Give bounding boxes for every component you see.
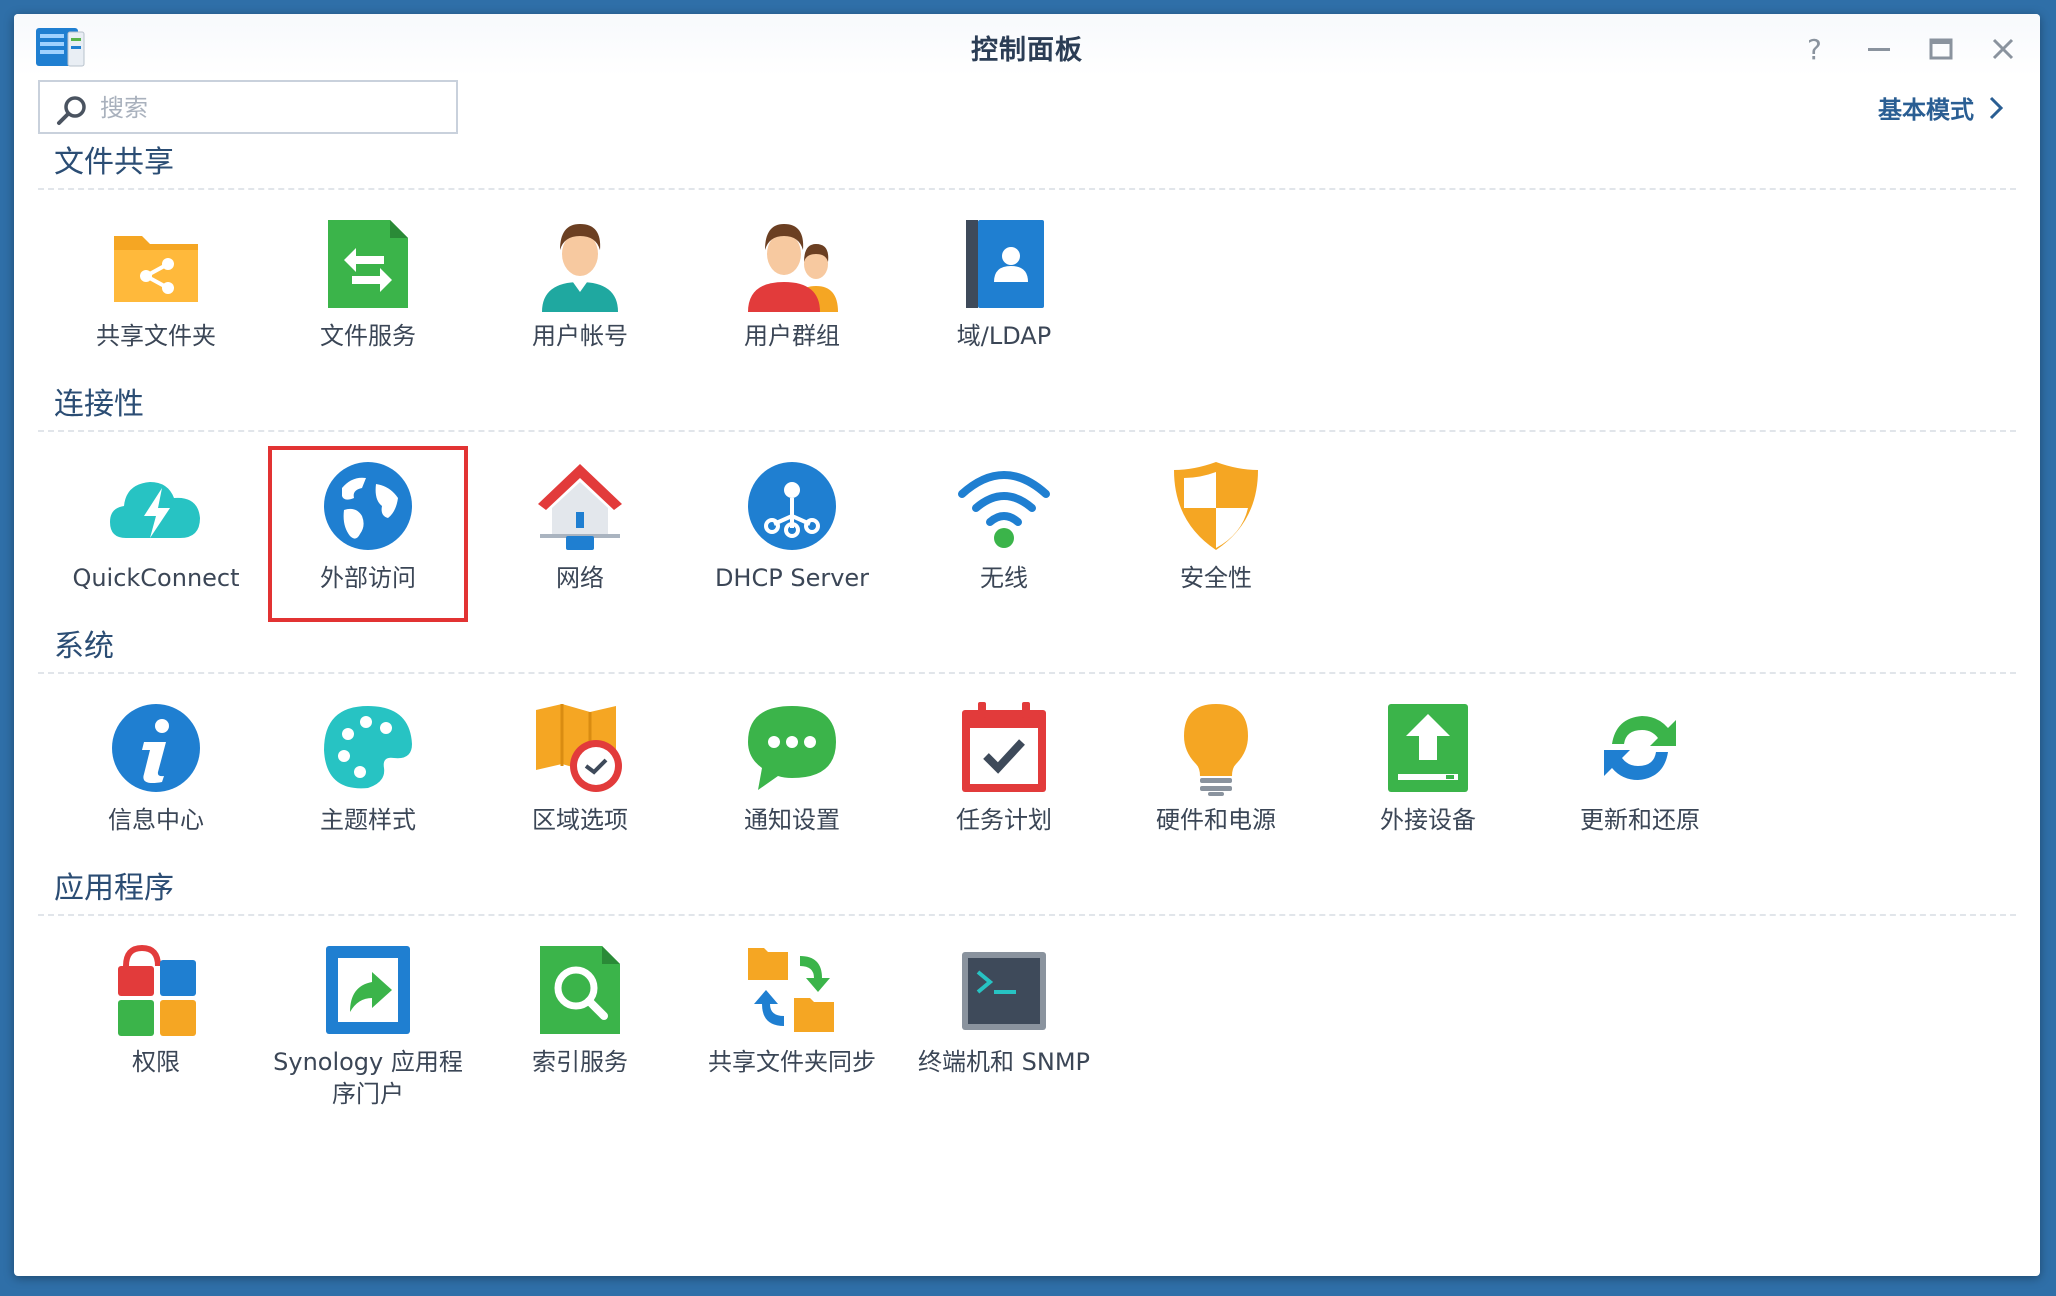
group-icon [748, 224, 838, 312]
refresh-icon [1604, 716, 1676, 780]
item-indexing-service[interactable]: 索引服务 [480, 930, 680, 1106]
item-group[interactable]: 用户群组 [692, 204, 892, 380]
item-file-services[interactable]: 文件服务 [268, 204, 468, 380]
section-title: 应用程序 [54, 871, 174, 906]
network-icon [538, 464, 622, 550]
item-app-portal[interactable]: Synology 应用程 序门户 [268, 930, 468, 1108]
basic-mode-label: 基本模式 [1878, 96, 1974, 124]
info-icon [112, 704, 200, 792]
search-box[interactable] [38, 80, 458, 134]
item-label: 通知设置 [744, 806, 840, 834]
control-panel-window: 控制面板 ? 基本模式 文件共享 [14, 14, 2040, 1276]
section-title: 连接性 [54, 387, 144, 422]
minimize-icon[interactable] [1862, 32, 1896, 66]
item-privileges[interactable]: 权限 [56, 930, 256, 1106]
item-label: 更新和还原 [1580, 806, 1700, 834]
item-info-center[interactable]: 信息中心 [56, 688, 256, 864]
item-external-access[interactable]: 外部访问 [268, 446, 468, 622]
app-portal-icon [326, 946, 410, 1034]
item-label: 文件服务 [320, 322, 416, 350]
item-label: DHCP Server [714, 564, 870, 592]
item-label: 网络 [556, 564, 604, 592]
help-icon[interactable]: ? [1798, 32, 1832, 66]
item-theme[interactable]: 主题样式 [268, 688, 468, 864]
palette-icon [324, 706, 412, 789]
globe-icon [324, 462, 412, 550]
item-label: 外接设备 [1380, 806, 1476, 834]
section-applications: 应用程序 权限 Synology 应用程 序门户 索引服务 共享文件夹同步 终端… [38, 866, 2016, 1108]
privileges-icon [118, 944, 196, 1036]
quickconnect-icon [110, 482, 200, 538]
item-label-text: 权限 [132, 1048, 180, 1076]
user-icon [542, 224, 618, 312]
item-label: Synology 应用程 序门户 [268, 1046, 468, 1110]
calendar-check-icon [962, 702, 1046, 792]
item-label: 主题样式 [320, 806, 416, 834]
section-file-sharing: 文件共享 共享文件夹 文件服务 用户帐号 用户群组 域/LDAP [38, 140, 2016, 380]
item-user[interactable]: 用户帐号 [480, 204, 680, 380]
basic-mode-link[interactable]: 基本模式 [1878, 90, 2004, 125]
section-system: 系统 信息中心 主题样式 区域选项 通知设置 任务计划 硬件和电源 外接设备 更… [38, 624, 2016, 864]
item-label: 安全性 [1180, 564, 1252, 592]
item-label-line1: Synology 应用程 [273, 1048, 463, 1076]
item-label: 信息中心 [108, 806, 204, 834]
item-shared-folder-sync[interactable]: 共享文件夹同步 [692, 930, 892, 1106]
item-security[interactable]: 安全性 [1116, 446, 1316, 622]
item-label: 硬件和电源 [1156, 806, 1276, 834]
window-title: 控制面板 [971, 35, 1083, 66]
item-label: QuickConnect [72, 564, 240, 592]
item-label: 终端机和 SNMP [918, 1048, 1090, 1076]
item-label: 索引服务 [532, 1048, 628, 1076]
item-regional-options[interactable]: 区域选项 [480, 688, 680, 864]
chevron-right-icon [1989, 96, 2004, 119]
item-network[interactable]: 网络 [480, 446, 680, 622]
wifi-icon [958, 471, 1050, 548]
regional-map-clock-icon [536, 704, 622, 792]
dhcp-icon [748, 462, 836, 550]
folder-sync-icon [748, 948, 834, 1032]
upload-device-icon [1388, 704, 1468, 792]
maximize-icon[interactable] [1924, 32, 1958, 66]
item-label: 外部访问 [320, 564, 416, 592]
section-connectivity: 连接性 QuickConnect 外部访问 网络 DHCP Server 无线 … [38, 382, 2016, 622]
help-label: ? [1807, 33, 1822, 66]
terminal-icon [962, 952, 1046, 1030]
title-bar[interactable]: 控制面板 ? [14, 14, 2040, 76]
section-title: 系统 [54, 629, 114, 664]
shared-folder-icon [114, 236, 198, 302]
item-label: 共享文件夹 [96, 322, 216, 350]
item-label: 域/LDAP [956, 322, 1052, 350]
section-title: 文件共享 [54, 145, 174, 180]
chat-bubble-icon [748, 706, 836, 790]
item-label: 用户帐号 [532, 322, 628, 350]
item-domain-ldap[interactable]: 域/LDAP [904, 204, 1104, 380]
item-hardware-power[interactable]: 硬件和电源 [1116, 688, 1316, 864]
shield-icon [1174, 462, 1258, 550]
item-label: 共享文件夹同步 [708, 1048, 876, 1076]
item-label: 权限 [56, 1046, 256, 1078]
item-quickconnect[interactable]: QuickConnect [56, 446, 256, 622]
file-services-icon [328, 220, 408, 308]
item-label: 任务计划 [956, 806, 1052, 834]
item-update-restore[interactable]: 更新和还原 [1540, 688, 1740, 864]
item-wireless[interactable]: 无线 [904, 446, 1104, 622]
item-task-scheduler[interactable]: 任务计划 [904, 688, 1104, 864]
item-label-line2: 序门户 [332, 1080, 404, 1108]
item-dhcp-server[interactable]: DHCP Server [692, 446, 892, 622]
lightbulb-icon [1184, 704, 1248, 796]
item-label: 无线 [980, 564, 1028, 592]
domain-ldap-icon [966, 220, 1044, 308]
item-notification[interactable]: 通知设置 [692, 688, 892, 864]
item-shared-folder[interactable]: 共享文件夹 [56, 204, 256, 380]
item-label: 区域选项 [532, 806, 628, 834]
item-terminal-snmp[interactable]: 终端机和 SNMP [904, 930, 1104, 1106]
index-search-icon [540, 946, 620, 1034]
search-icon [57, 96, 86, 125]
close-icon[interactable] [1986, 32, 2020, 66]
item-external-devices[interactable]: 外接设备 [1328, 688, 1528, 864]
item-label: 用户群组 [744, 322, 840, 350]
search-input[interactable] [98, 88, 442, 128]
